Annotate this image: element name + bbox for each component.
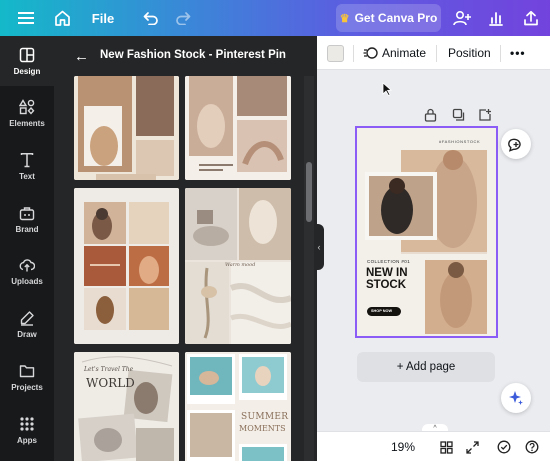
animate-button[interactable]: Animate [363, 36, 426, 70]
design-headline-1: NEW IN [366, 267, 408, 279]
home-icon[interactable] [46, 0, 78, 36]
rail-item-apps[interactable]: Apps [0, 405, 54, 455]
template-thumbnail[interactable] [74, 188, 179, 344]
toolbar-divider [353, 45, 354, 62]
share-people-icon[interactable] [448, 0, 476, 36]
editor-toolbar: Animate Position ••• [317, 36, 550, 70]
crown-icon: ♛ [339, 12, 350, 25]
moments-text: MOMENTS [239, 424, 286, 433]
add-page-button[interactable]: + Add page [357, 352, 495, 382]
design-collection: COLLECTION #01 [367, 259, 411, 264]
panel-scrollbar-track [304, 76, 314, 461]
rail-item-brand[interactable]: Brand [0, 194, 54, 244]
insights-icon[interactable] [482, 0, 510, 36]
rail-label: Elements [9, 118, 45, 128]
rail-item-draw[interactable]: Draw [0, 299, 54, 349]
file-menu[interactable]: File [88, 0, 118, 36]
template-image [185, 352, 291, 461]
rail-item-design[interactable]: Design [0, 36, 54, 86]
panel-title: New Fashion Stock - Pinterest Pin [100, 49, 286, 61]
toolbar-divider [436, 45, 437, 62]
draw-icon [20, 310, 34, 326]
rail-label: Draw [17, 329, 37, 339]
top-bar: File ♛ Get Canva Pro [0, 0, 550, 36]
collapse-panel-tab[interactable]: ‹ [314, 224, 324, 270]
get-pro-label: Get Canva Pro [354, 11, 438, 25]
design-page[interactable]: #FASHIONSTOCK COLLECTION #01 NEW IN STOC… [355, 126, 498, 338]
rail-label: Apps [17, 435, 37, 445]
rail-item-projects[interactable]: Projects [0, 352, 54, 402]
editor-footer: 19% [317, 431, 550, 461]
duplicate-page-icon[interactable] [452, 108, 465, 124]
position-button[interactable]: Position [448, 36, 491, 70]
template-thumbnail[interactable]: SUMMER MOMENTS [185, 352, 291, 461]
left-rail: Design Elements Text Brand Uploads Draw … [0, 36, 54, 461]
script-text: Warm mood [225, 262, 256, 268]
rail-label: Uploads [11, 276, 43, 286]
toolbar-divider [500, 45, 501, 62]
menu-icon[interactable] [8, 0, 44, 36]
template-thumbnail[interactable] [185, 76, 291, 180]
help-icon[interactable] [521, 432, 543, 461]
design-tagline: #FASHIONSTOCK [439, 139, 481, 144]
template-image [74, 76, 179, 180]
template-image [74, 188, 179, 344]
template-image [185, 76, 291, 180]
check-circle-icon[interactable] [493, 432, 515, 461]
comment-add-icon [508, 138, 521, 152]
get-canva-pro-button[interactable]: ♛ Get Canva Pro [336, 4, 441, 32]
animate-icon [363, 47, 378, 59]
rail-item-text[interactable]: Text [0, 141, 54, 191]
back-arrow-icon[interactable]: ← [74, 48, 89, 65]
text-icon [20, 152, 34, 167]
elements-icon [19, 98, 35, 115]
template-thumbnail[interactable]: Let's Travel The WORLD [74, 352, 179, 461]
uploads-icon [19, 258, 35, 271]
rail-item-elements[interactable]: Elements [0, 88, 54, 138]
templates-panel: ← New Fashion Stock - Pinterest Pin Warm… [54, 36, 317, 461]
rail-label: Brand [15, 224, 39, 234]
background-color-swatch[interactable] [327, 45, 344, 62]
thumb-title: WORLD [86, 376, 135, 390]
magic-assistant-button[interactable] [501, 383, 531, 413]
comment-button[interactable] [501, 129, 531, 159]
design-artwork [357, 128, 496, 336]
apps-icon [20, 416, 34, 431]
panel-header: ← New Fashion Stock - Pinterest Pin [54, 36, 317, 76]
chevron-left-icon: ‹ [317, 242, 321, 252]
projects-icon [19, 364, 35, 377]
rail-item-uploads[interactable]: Uploads [0, 246, 54, 296]
design-headline-2: STOCK [366, 279, 407, 291]
summer-text: SUMMER [241, 412, 289, 422]
panel-scrollbar[interactable] [306, 162, 312, 222]
template-thumbnail[interactable] [74, 76, 179, 180]
undo-icon[interactable] [138, 0, 164, 36]
sparkle-icon [509, 391, 523, 405]
rail-label: Text [19, 171, 35, 181]
fullscreen-icon[interactable] [461, 432, 483, 461]
rail-label: Design [13, 66, 41, 76]
mouse-cursor-icon [382, 82, 392, 96]
redo-icon[interactable] [170, 0, 196, 36]
more-options-button[interactable]: ••• [510, 36, 526, 70]
canva-editor: File ♛ Get Canva Pro Design Elements Tex… [0, 0, 550, 461]
design-icon [19, 47, 35, 62]
thumb-subtitle: Let's Travel The [84, 366, 134, 373]
zoom-level[interactable]: 19% [383, 432, 423, 461]
animate-label: Animate [382, 46, 427, 60]
design-cta: SHOP NOW [371, 309, 393, 313]
template-thumbnail[interactable]: Warm mood [185, 188, 291, 344]
brand-icon [19, 206, 35, 220]
add-page-icon[interactable] [478, 108, 492, 124]
grid-view-icon[interactable] [435, 432, 457, 461]
rail-label: Projects [11, 382, 43, 392]
upload-icon[interactable] [516, 0, 546, 36]
lock-icon[interactable] [424, 108, 437, 124]
